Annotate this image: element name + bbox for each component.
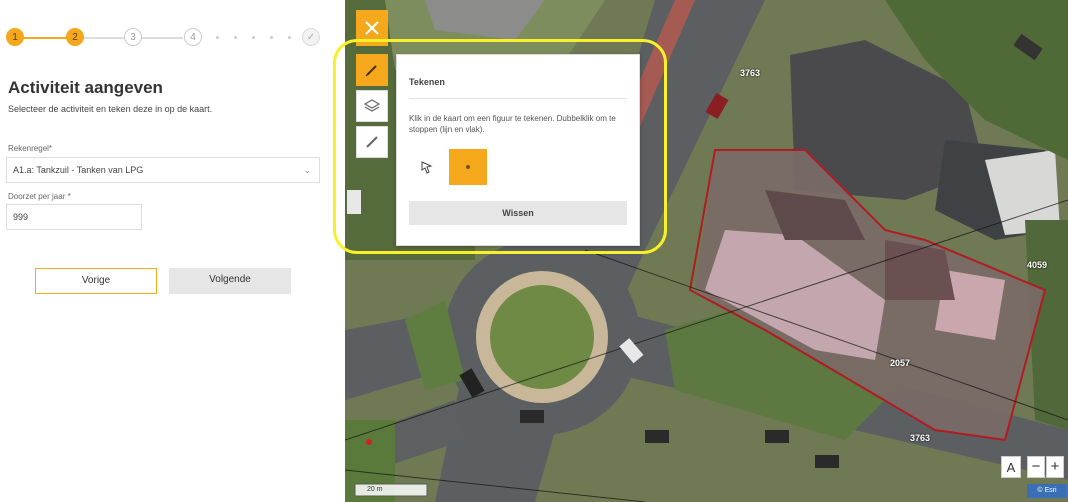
activity-select[interactable]: A1.a: Tankzuil - Tanken van LPG ⌄ [6, 157, 320, 183]
stepper-dot [216, 36, 219, 39]
next-button[interactable]: Volgende [169, 268, 291, 294]
stepper-dot [288, 36, 291, 39]
highlight-annotation [333, 39, 667, 254]
activity-value: A1.a: Tankzuil - Tanken van LPG [13, 165, 144, 175]
page-title: Activiteit aangeven [8, 78, 163, 97]
activity-panel: 1 2 3 4 ✓ Activiteit aangeven Selecteer … [0, 0, 345, 502]
stepper: 1 2 3 4 ✓ [6, 28, 324, 48]
stepper-dot [252, 36, 255, 39]
layer-toggle-button[interactable]: A [1001, 456, 1021, 478]
parcel-label: 3763 [910, 433, 931, 443]
parcel-label: 3763 [740, 68, 761, 78]
step-3[interactable]: 3 [124, 28, 142, 46]
zoom-out-button[interactable]: − [1027, 456, 1045, 478]
attribution[interactable]: © Esri [1027, 484, 1067, 498]
previous-button[interactable]: Vorige [35, 268, 157, 294]
parcel-label: 2057 [890, 358, 911, 368]
step-4[interactable]: 4 [184, 28, 202, 46]
activity-label: Rekenregel* [8, 144, 53, 153]
chevron-down-icon: ⌄ [303, 165, 311, 175]
throughput-value: 999 [13, 212, 29, 222]
page-subtitle: Selecteer de activiteit en teken deze in… [8, 104, 213, 114]
stepper-dot [270, 36, 273, 39]
throughput-input[interactable]: 999 [6, 204, 142, 230]
step-2[interactable]: 2 [66, 28, 84, 46]
throughput-label: Doorzet per jaar * [8, 192, 71, 201]
stepper-dot [234, 36, 237, 39]
scale-label: 20 m [367, 486, 383, 493]
step-1[interactable]: 1 [6, 28, 24, 46]
parcel-label: 4059 [1027, 260, 1048, 270]
zoom-in-button[interactable]: + [1046, 456, 1064, 478]
step-finish[interactable]: ✓ [302, 28, 320, 46]
